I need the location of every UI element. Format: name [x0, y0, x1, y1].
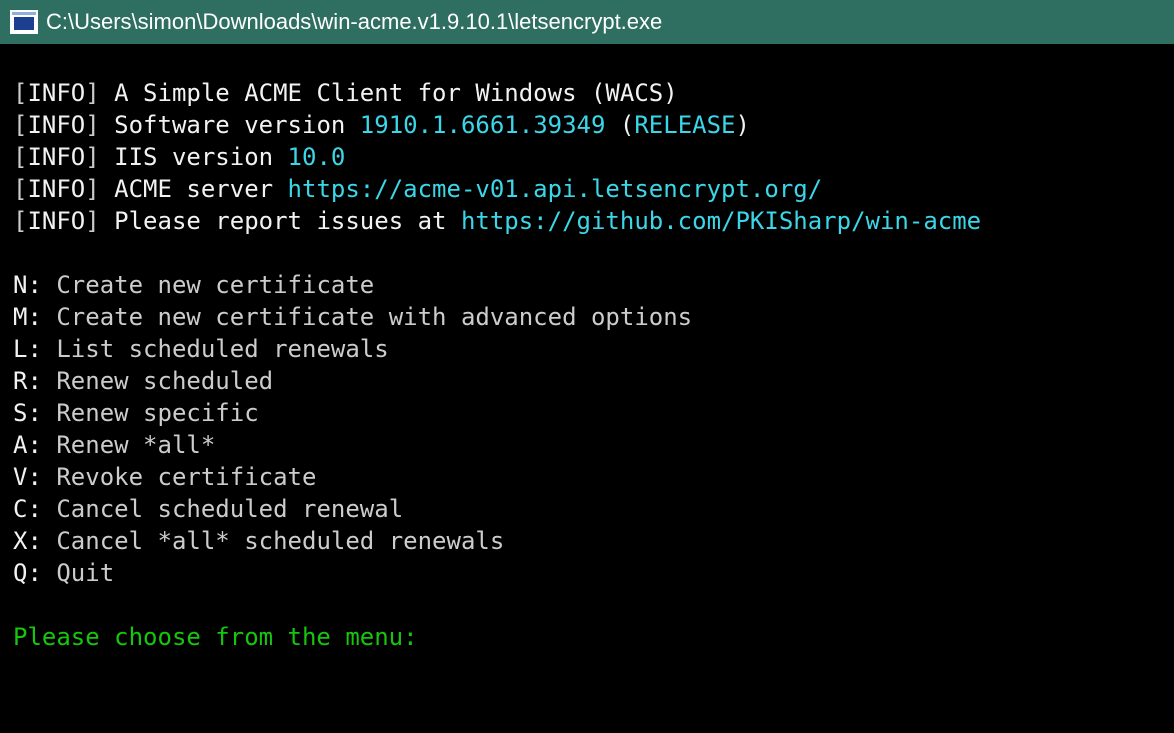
window-titlebar[interactable]: C:\Users\simon\Downloads\win-acme.v1.9.1… [0, 0, 1174, 44]
window-title: C:\Users\simon\Downloads\win-acme.v1.9.1… [46, 9, 663, 34]
info-title: A Simple ACME Client for Windows (WACS) [114, 79, 678, 107]
info-line: [INFO] IIS version 10.0 [13, 143, 346, 171]
acme-server-url: https://acme-v01.api.letsencrypt.org/ [287, 175, 823, 203]
console-output[interactable]: [INFO] A Simple ACME Client for Windows … [13, 77, 1163, 653]
menu-item-create-advanced: M: Create new certificate with advanced … [13, 303, 693, 331]
menu-item-list-renewals: L: List scheduled renewals [13, 335, 389, 363]
menu-item-renew-all: A: Renew *all* [13, 431, 216, 459]
menu-item-renew-specific: S: Renew specific [13, 399, 259, 427]
menu-prompt[interactable]: Please choose from the menu: [13, 621, 1163, 653]
info-line: [INFO] Software version 1910.1.6661.3934… [13, 111, 750, 139]
software-version: 1910.1.6661.39349 [359, 111, 606, 139]
menu-item-cancel-renewal: C: Cancel scheduled renewal [13, 495, 404, 523]
menu-item-cancel-all-renewals: X: Cancel *all* scheduled renewals [13, 527, 505, 555]
info-line: [INFO] Please report issues at https://g… [13, 207, 982, 235]
console-app-icon[interactable] [10, 10, 38, 34]
iis-version: 10.0 [287, 143, 346, 171]
menu-item-revoke-certificate: V: Revoke certificate [13, 463, 317, 491]
info-line: [INFO] ACME server https://acme-v01.api.… [13, 175, 823, 203]
info-line: [INFO] A Simple ACME Client for Windows … [13, 79, 678, 107]
menu-item-quit: Q: Quit [13, 559, 115, 587]
issues-url: https://github.com/PKISharp/win-acme [460, 207, 982, 235]
menu-item-create-new-certificate: N: Create new certificate [13, 271, 375, 299]
build-type: RELEASE [634, 111, 736, 139]
menu-item-renew-scheduled: R: Renew scheduled [13, 367, 274, 395]
